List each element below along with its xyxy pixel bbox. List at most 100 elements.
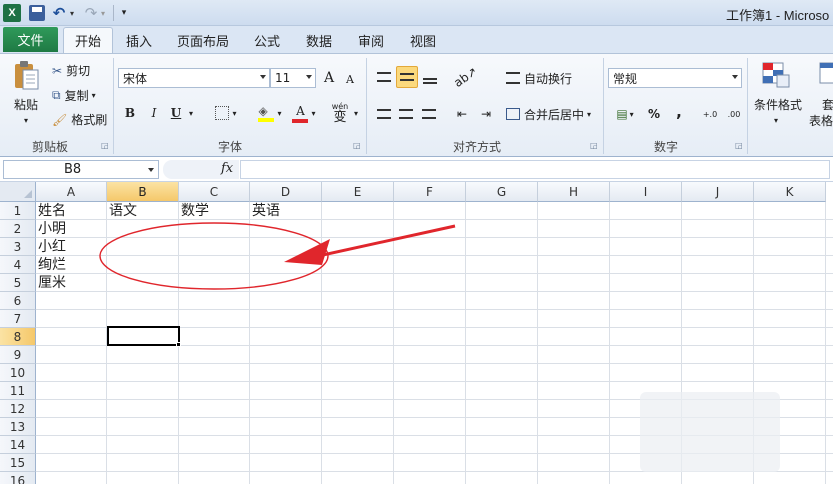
align-middle-button[interactable] xyxy=(396,66,418,88)
toolbar-divider xyxy=(113,5,114,21)
font-color-button[interactable]: A ▾ xyxy=(289,102,319,124)
align-bottom-button[interactable] xyxy=(420,66,440,88)
worksheet-grid[interactable]: ABCDEFGHIJK 1 2 3 4 5 6 7 8 9 10 11 12 13 14 15 16 姓名 语文… xyxy=(0,182,833,484)
conditional-format-dropdown-icon[interactable]: ▾ xyxy=(770,114,782,126)
customize-quick-access-icon[interactable]: ▾ xyxy=(118,4,130,22)
align-bottom-icon xyxy=(423,78,437,84)
shrink-font-button[interactable]: A xyxy=(343,71,357,87)
border-icon xyxy=(215,106,230,120)
align-left-button[interactable] xyxy=(374,104,394,124)
conditional-format-button[interactable]: 条件格式 xyxy=(752,96,804,112)
formula-input[interactable] xyxy=(240,160,830,179)
align-right-button[interactable] xyxy=(419,104,439,124)
tab-insert[interactable]: 插入 xyxy=(118,27,160,53)
wrap-text-icon xyxy=(506,72,520,84)
align-top-button[interactable] xyxy=(374,66,394,88)
increase-indent-button[interactable]: ⇥ xyxy=(476,104,496,124)
group-divider xyxy=(113,58,114,154)
font-size-value: 11 xyxy=(275,71,291,85)
phonetic-dropdown-icon[interactable]: ▾ xyxy=(351,106,361,120)
save-icon[interactable] xyxy=(29,5,45,21)
merge-icon xyxy=(506,108,520,120)
table-format-icon[interactable] xyxy=(818,60,833,90)
underline-button[interactable]: U xyxy=(168,104,184,122)
table-format-label-1[interactable]: 套 xyxy=(818,96,833,112)
merge-center-button[interactable]: 合并后居中 ▾ xyxy=(506,104,600,124)
bold-button[interactable]: B xyxy=(122,104,138,122)
tab-formulas[interactable]: 公式 xyxy=(248,27,286,53)
redo-dropdown-icon[interactable]: ▾ xyxy=(98,4,108,22)
increase-indent-icon: ⇥ xyxy=(480,107,492,121)
align-center-button[interactable] xyxy=(396,104,416,124)
underline-dropdown-icon[interactable]: ▾ xyxy=(186,106,196,120)
paste-icon[interactable] xyxy=(10,60,42,92)
ribbon-home: 粘贴 ▾ ✂ 剪切 ⧉ 复制 ▾ 🖌 格式刷 剪贴板 ◲ 宋体 11 A A B I U… xyxy=(0,53,833,157)
cut-label: 剪切 xyxy=(66,64,91,78)
format-painter-button[interactable]: 🖌 格式刷 xyxy=(52,111,108,128)
group-divider xyxy=(747,58,748,154)
scissors-icon: ✂ xyxy=(52,63,63,78)
cut-button[interactable]: ✂ 剪切 xyxy=(52,62,98,79)
annotation-ellipse xyxy=(99,222,329,290)
ribbon-tabs: 文件 开始 插入 页面布局 公式 数据 审阅 视图 xyxy=(0,26,833,53)
font-launcher-icon[interactable]: ◲ xyxy=(353,141,361,150)
percent-button[interactable]: % xyxy=(645,104,663,124)
comma-button[interactable]: , xyxy=(672,102,686,122)
group-label-clipboard: 剪贴板 xyxy=(31,140,68,154)
copy-icon: ⧉ xyxy=(52,88,61,102)
align-center-icon xyxy=(399,109,413,119)
accounting-format-button[interactable]: ▤ ▾ xyxy=(610,104,640,124)
excel-logo-icon[interactable]: X xyxy=(3,4,21,22)
copy-button[interactable]: ⧉ 复制 ▾ xyxy=(52,87,106,104)
align-left-icon xyxy=(377,109,391,119)
annotation-arrow-head xyxy=(284,239,330,265)
brush-icon: 🖌 xyxy=(52,112,68,127)
window-title: 工作簿1 - Microso xyxy=(726,8,830,23)
fill-color-button[interactable]: ◈ ▾ xyxy=(253,102,287,124)
align-middle-icon xyxy=(400,73,414,81)
tab-view[interactable]: 视图 xyxy=(404,27,442,53)
font-name-select[interactable]: 宋体 xyxy=(118,68,270,88)
redo-icon[interactable]: ↷ xyxy=(84,4,98,22)
group-divider xyxy=(366,58,367,154)
wrap-text-label: 自动换行 xyxy=(524,71,573,86)
font-name-value: 宋体 xyxy=(123,71,148,86)
tab-home[interactable]: 开始 xyxy=(63,27,113,53)
phonetic-char: 变 xyxy=(333,109,347,125)
clipboard-launcher-icon[interactable]: ◲ xyxy=(101,141,109,150)
name-box[interactable]: B8 xyxy=(3,160,159,179)
paste-button[interactable]: 粘贴 xyxy=(10,96,42,112)
borders-button[interactable]: ▾ xyxy=(211,104,241,122)
tab-page-layout[interactable]: 页面布局 xyxy=(172,27,234,53)
align-top-icon xyxy=(377,72,391,82)
orientation-button[interactable]: ab↗ xyxy=(451,64,481,90)
decrease-decimal-button[interactable]: .00 xyxy=(724,104,744,124)
paste-dropdown-icon[interactable]: ▾ xyxy=(20,114,32,126)
number-format-select[interactable]: 常规 xyxy=(608,68,742,88)
phonetic-button[interactable]: wén 变 xyxy=(330,100,350,126)
decrease-indent-icon: ⇤ xyxy=(456,107,468,121)
insert-function-icon[interactable]: fx xyxy=(221,161,233,176)
conditional-format-icon[interactable] xyxy=(760,60,792,90)
orientation-icon: ab↗ xyxy=(451,64,481,90)
currency-icon: ▤ xyxy=(616,107,628,121)
undo-icon[interactable]: ↶ xyxy=(52,4,66,22)
increase-decimal-button[interactable]: +.0 xyxy=(700,104,720,124)
grow-font-button[interactable]: A xyxy=(321,69,337,87)
font-color-icon: A xyxy=(292,103,309,123)
alignment-launcher-icon[interactable]: ◲ xyxy=(590,141,598,150)
italic-button[interactable]: I xyxy=(146,104,162,122)
tab-review[interactable]: 审阅 xyxy=(352,27,390,53)
wrap-text-button[interactable]: 自动换行 xyxy=(506,68,576,88)
tab-data[interactable]: 数据 xyxy=(300,27,338,53)
tab-file[interactable]: 文件 xyxy=(3,27,58,52)
number-launcher-icon[interactable]: ◲ xyxy=(735,141,743,150)
name-box-dropdown-icon[interactable] xyxy=(148,168,154,172)
format-painter-label: 格式刷 xyxy=(71,113,108,127)
merge-label: 合并后居中 xyxy=(524,107,585,122)
font-size-select[interactable]: 11 xyxy=(270,68,316,88)
table-format-label-2[interactable]: 表格 xyxy=(806,112,833,128)
decrease-indent-button[interactable]: ⇤ xyxy=(452,104,472,124)
group-label-number: 数字 xyxy=(653,140,678,154)
undo-dropdown-icon[interactable]: ▾ xyxy=(67,4,77,22)
